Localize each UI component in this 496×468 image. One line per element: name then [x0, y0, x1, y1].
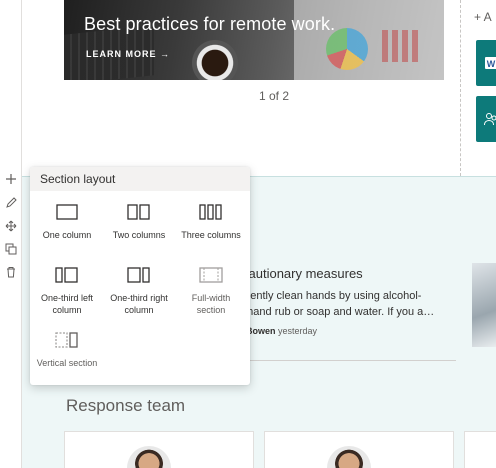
section-layout-title: Section layout	[30, 167, 250, 191]
option-label: Full-width section	[191, 293, 231, 315]
option-label: One-third left column	[40, 293, 94, 315]
news-title[interactable]: cautionary measures	[242, 266, 363, 281]
three-columns-icon	[199, 204, 222, 220]
three-columns-option[interactable]: Three columns	[177, 203, 245, 241]
word-icon: W	[485, 57, 496, 69]
column-divider	[460, 0, 461, 176]
one-third-left-icon	[55, 267, 78, 283]
one-third-right-option[interactable]: One-third right column	[105, 266, 173, 316]
learn-more-link[interactable]: LEARN MORE →	[86, 49, 170, 59]
word-doc-tile[interactable]: W	[476, 40, 496, 86]
news-thumbnail[interactable]	[472, 263, 496, 347]
one-third-right-icon	[127, 267, 150, 283]
news-divider	[238, 360, 456, 361]
two-columns-icon	[127, 204, 150, 220]
option-label: Two columns	[112, 230, 166, 240]
person-card[interactable]	[64, 431, 254, 468]
news-body: quently clean hands by using alcohol- d …	[238, 288, 452, 320]
avatar	[127, 446, 171, 468]
news-body-line: quently clean hands by using alcohol-	[238, 290, 422, 302]
svg-text:W: W	[487, 59, 496, 69]
option-label: One column	[42, 230, 92, 240]
plus-icon[interactable]	[3, 171, 19, 187]
full-width-option[interactable]: Full-width section	[177, 266, 245, 316]
news-body-line: d hand rub or soap and water. If you a…	[238, 306, 435, 318]
vertical-section-option[interactable]: Vertical section	[33, 331, 101, 369]
avatar	[327, 446, 371, 468]
carousel-pager: 1 of 2	[258, 89, 290, 103]
full-width-icon	[199, 267, 223, 283]
add-link[interactable]: + A	[474, 10, 492, 24]
one-column-option[interactable]: One column	[33, 203, 101, 241]
people-icon	[484, 113, 496, 126]
two-columns-option[interactable]: Two columns	[105, 203, 173, 241]
hero-image[interactable]: Best practices for remote work. LEARN MO…	[64, 0, 444, 80]
people-tile[interactable]	[476, 96, 496, 142]
person-card[interactable]	[264, 431, 454, 468]
news-date: yesterday	[278, 326, 318, 336]
option-label: Vertical section	[36, 358, 98, 368]
option-label: Three columns	[181, 230, 241, 240]
coffee-cup-graphic	[192, 40, 238, 80]
one-column-icon	[56, 204, 78, 220]
hero-title: Best practices for remote work.	[84, 14, 336, 34]
one-third-left-option[interactable]: One-third left column	[33, 266, 101, 316]
section-toolbar	[0, 0, 22, 468]
option-label: One-third right column	[110, 293, 168, 315]
person-card[interactable]	[464, 431, 496, 468]
move-icon[interactable]	[3, 218, 19, 234]
vertical-section-icon	[55, 332, 78, 348]
duplicate-icon[interactable]	[3, 241, 19, 257]
delete-icon[interactable]	[3, 264, 19, 280]
response-team-title: Response team	[66, 396, 186, 415]
section-layout-menu: Section layout One column Two columns Th…	[30, 167, 250, 385]
top-section: Best practices for remote work. LEARN MO…	[22, 0, 496, 176]
edit-icon[interactable]	[3, 195, 19, 211]
bar-graphic	[382, 30, 422, 62]
